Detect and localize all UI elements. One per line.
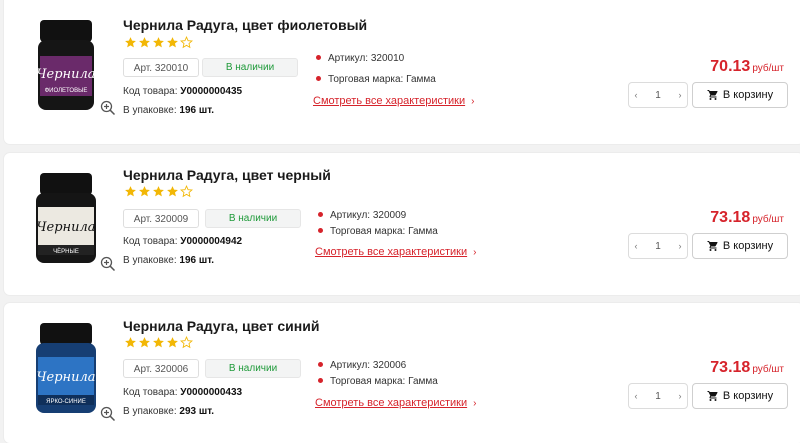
decrease-button[interactable]: ‹ bbox=[629, 90, 643, 100]
star-filled-icon bbox=[139, 337, 150, 348]
zoom-in-icon[interactable] bbox=[100, 406, 116, 422]
add-to-cart-button[interactable]: В корзину bbox=[692, 82, 788, 108]
increase-button[interactable]: › bbox=[673, 90, 687, 100]
zoom-in-icon[interactable] bbox=[100, 256, 116, 272]
chevron-right-icon: › bbox=[471, 96, 475, 107]
all-specs-link[interactable]: Смотреть все характеристики › bbox=[313, 95, 474, 107]
quantity-stepper[interactable]: ‹ 1 › bbox=[628, 233, 688, 259]
price: 73.18 руб/шт bbox=[710, 209, 784, 226]
prop-article: Артикул: 320010 bbox=[316, 53, 404, 64]
star-filled-icon bbox=[167, 37, 178, 48]
pack-quantity: В упаковке: 293 шт. bbox=[123, 406, 215, 417]
product-image[interactable]: Чернила ФИОЛЕТОВЫЕ bbox=[26, 16, 106, 112]
star-filled-icon bbox=[139, 37, 150, 48]
price: 70.13 руб/шт bbox=[710, 58, 784, 75]
product-card: Чернила ЧЁРНЫЕ Чернила Радуга, цвет черн… bbox=[4, 153, 800, 295]
star-filled-icon bbox=[153, 37, 164, 48]
prop-brand: Торговая марка: Гамма bbox=[316, 74, 436, 85]
quantity-value[interactable]: 1 bbox=[655, 90, 661, 101]
all-specs-link[interactable]: Смотреть все характеристики › bbox=[315, 246, 476, 258]
star-empty-icon bbox=[180, 185, 193, 198]
pack-quantity: В упаковке: 196 шт. bbox=[123, 105, 215, 116]
stock-badge: В наличии bbox=[205, 359, 301, 378]
product-title[interactable]: Чернила Радуга, цвет синий bbox=[123, 318, 319, 334]
prop-article: Артикул: 320009 bbox=[318, 210, 406, 221]
star-empty-icon bbox=[180, 36, 193, 49]
product-card: Чернила ЯРКО-СИНИЕ Чернила Радуга, цвет … bbox=[4, 303, 800, 443]
product-card: Чернила ФИОЛЕТОВЫЕ Чернила Радуга, цвет … bbox=[4, 0, 800, 144]
star-filled-icon bbox=[153, 337, 164, 348]
add-to-cart-button[interactable]: В корзину bbox=[692, 233, 788, 259]
increase-button[interactable]: › bbox=[673, 391, 687, 401]
star-filled-icon bbox=[167, 186, 178, 197]
prop-article: Артикул: 320006 bbox=[318, 360, 406, 371]
product-title[interactable]: Чернила Радуга, цвет фиолетовый bbox=[123, 17, 367, 33]
star-filled-icon bbox=[139, 186, 150, 197]
star-filled-icon bbox=[167, 337, 178, 348]
quantity-value[interactable]: 1 bbox=[655, 391, 661, 402]
product-code: Код товара: У0000000435 bbox=[123, 86, 243, 97]
bottle-label-color: ФИОЛЕТОВЫЕ bbox=[45, 88, 88, 94]
quantity-stepper[interactable]: ‹ 1 › bbox=[628, 383, 688, 409]
product-title[interactable]: Чернила Радуга, цвет черный bbox=[123, 167, 331, 183]
decrease-button[interactable]: ‹ bbox=[629, 241, 643, 251]
star-empty-icon bbox=[180, 336, 193, 349]
star-filled-icon bbox=[125, 37, 136, 48]
star-filled-icon bbox=[153, 186, 164, 197]
cart-icon bbox=[707, 391, 718, 401]
article-box: Арт. 320009 bbox=[123, 209, 199, 228]
bottle-label-word: Чернила bbox=[36, 370, 95, 385]
all-specs-link[interactable]: Смотреть все характеристики › bbox=[315, 397, 476, 409]
rating-stars bbox=[124, 185, 193, 198]
bottle-label-color: ЧЁРНЫЕ bbox=[53, 248, 79, 255]
star-filled-icon bbox=[125, 337, 136, 348]
quantity-stepper[interactable]: ‹ 1 › bbox=[628, 82, 688, 108]
cart-icon bbox=[707, 241, 718, 251]
increase-button[interactable]: › bbox=[673, 241, 687, 251]
prop-brand: Торговая марка: Гамма bbox=[318, 226, 438, 237]
bottle-label-word: Чернила bbox=[36, 220, 95, 235]
bottle-label-color: ЯРКО-СИНИЕ bbox=[46, 399, 86, 405]
price: 73.18 руб/шт bbox=[710, 359, 784, 376]
zoom-in-icon[interactable] bbox=[100, 100, 116, 116]
add-to-cart-button[interactable]: В корзину bbox=[692, 383, 788, 409]
article-box: Арт. 320010 bbox=[123, 58, 199, 77]
article-box: Арт. 320006 bbox=[123, 359, 199, 378]
product-code: Код товара: У0000000433 bbox=[123, 387, 243, 398]
product-code: Код товара: У0000004942 bbox=[123, 236, 243, 247]
chevron-right-icon: › bbox=[473, 398, 477, 409]
rating-stars bbox=[124, 36, 193, 49]
stock-badge: В наличии bbox=[202, 58, 298, 77]
chevron-right-icon: › bbox=[473, 247, 477, 258]
cart-icon bbox=[707, 90, 718, 100]
rating-stars bbox=[124, 336, 193, 349]
stock-badge: В наличии bbox=[205, 209, 301, 228]
star-filled-icon bbox=[125, 186, 136, 197]
decrease-button[interactable]: ‹ bbox=[629, 391, 643, 401]
bottle-label-word: Чернила bbox=[36, 67, 95, 82]
pack-quantity: В упаковке: 196 шт. bbox=[123, 255, 215, 266]
product-image[interactable]: Чернила ЧЁРНЫЕ bbox=[26, 169, 106, 265]
prop-brand: Торговая марка: Гамма bbox=[318, 376, 438, 387]
product-image[interactable]: Чернила ЯРКО-СИНИЕ bbox=[26, 319, 106, 415]
quantity-value[interactable]: 1 bbox=[655, 241, 661, 252]
